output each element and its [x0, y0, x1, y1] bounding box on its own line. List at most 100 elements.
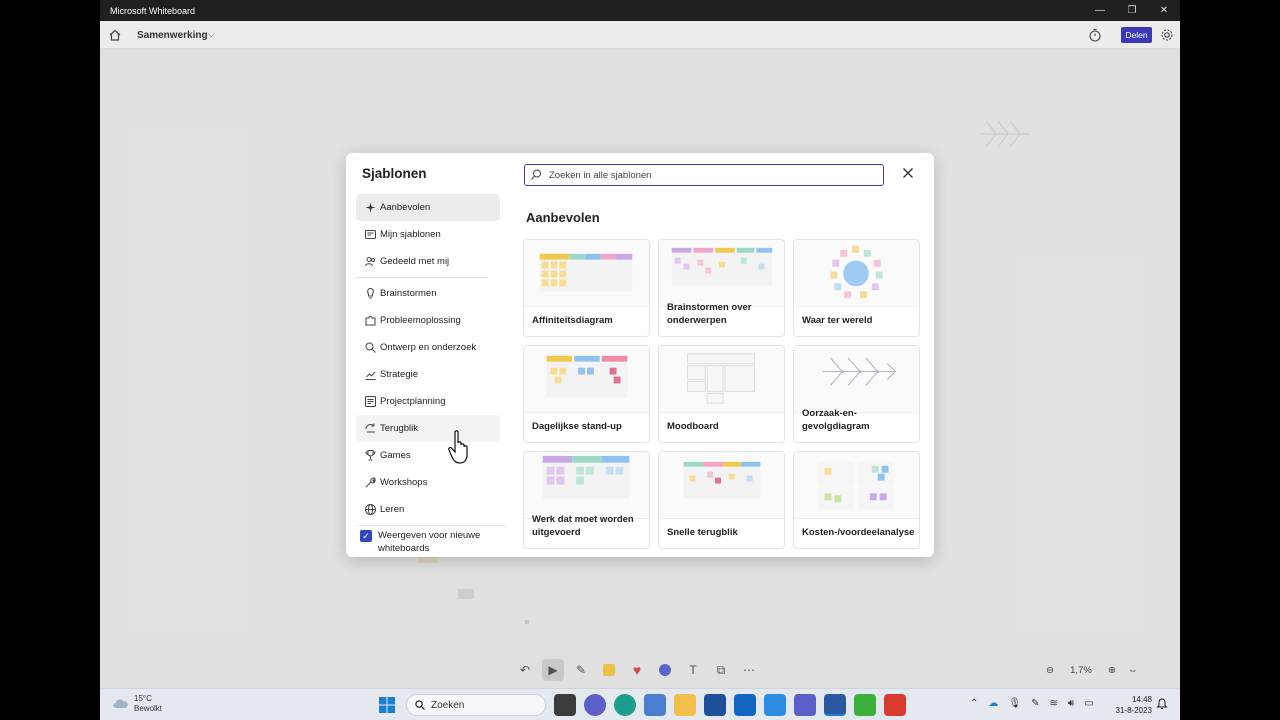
nav-item-aanbevolen[interactable]: Aanbevolen: [356, 194, 500, 221]
search-icon: [415, 700, 425, 710]
template-card-stand-up[interactable]: Dagelijkse stand-up: [523, 345, 650, 443]
window-controls: — ❐ ✕: [1084, 0, 1180, 21]
weather-widget[interactable]: 15°C Bewolkt: [112, 694, 162, 714]
outlook-icon[interactable]: [734, 694, 756, 716]
recorder-icon[interactable]: [884, 694, 906, 716]
restore-button[interactable]: ❐: [1116, 0, 1148, 21]
task-view-icon[interactable]: [554, 694, 576, 716]
board-name[interactable]: Samenwerking: [137, 30, 208, 41]
notification-bell-icon[interactable]: [1156, 698, 1168, 710]
quick-retro-thumbnail: [659, 452, 784, 519]
template-label: Werk dat moet worden uitgevoerd: [532, 514, 634, 538]
template-label: Oorzaak-en-gevolgdiagram: [802, 408, 870, 432]
chevron-up-icon[interactable]: ⌃: [970, 698, 978, 709]
mail-icon[interactable]: [644, 694, 666, 716]
nav-item-label: Aanbevolen: [380, 202, 431, 213]
microphone-icon[interactable]: 🎙︎: [1008, 698, 1021, 709]
template-card-kosten-voordeel[interactable]: Kosten-/voordeelanalyse: [793, 451, 920, 549]
nav-item-label: Strategie: [380, 369, 419, 380]
template-card-brainstormen[interactable]: Brainstormen over onderwerpen: [658, 239, 785, 337]
timer-icon[interactable]: [1088, 28, 1102, 42]
share-button[interactable]: Delen: [1121, 27, 1152, 43]
edge-browser-icon[interactable]: [614, 694, 636, 716]
nav-item-ontwerp[interactable]: Ontwerp en onderzoek: [356, 334, 500, 361]
whiteboard-app-icon[interactable]: [824, 694, 846, 716]
nav-item-label: Brainstormen: [380, 288, 437, 299]
template-search-input[interactable]: Zoeken in alle sjablonen: [524, 164, 884, 186]
template-label: Snelle terugblik: [667, 527, 738, 538]
template-card-moodboard[interactable]: Moodboard: [658, 345, 785, 443]
weather-desc: Bewolkt: [134, 704, 163, 713]
nav-item-label: Terugblik: [380, 423, 419, 434]
nav-item-label: Gedeeld met mij: [380, 256, 450, 267]
nav-footer-divider: [356, 525, 506, 526]
close-window-button[interactable]: ✕: [1148, 0, 1180, 21]
nav-item-label: Projectplanning: [380, 396, 446, 407]
affinity-diagram-thumbnail: [524, 240, 649, 307]
battery-icon[interactable]: ▭: [1084, 698, 1093, 709]
home-icon[interactable]: [108, 28, 122, 42]
nav-item-mijn-sjablonen[interactable]: Mijn sjablonen: [356, 221, 500, 248]
nav-item-label: Ontwerp en onderzoek: [380, 342, 477, 353]
taskbar-apps: Zoeken: [376, 694, 906, 716]
gear-icon[interactable]: [1160, 28, 1174, 42]
title-bar: Microsoft Whiteboard — ❐ ✕: [100, 0, 1180, 21]
close-icon[interactable]: [902, 167, 914, 179]
teams-icon[interactable]: [794, 694, 816, 716]
cloud-icon: [113, 699, 128, 708]
wifi-icon[interactable]: ≋: [1049, 698, 1057, 709]
nav-item-gedeeld[interactable]: Gedeeld met mij: [356, 248, 500, 275]
template-card-oorzaak-gevolg[interactable]: Oorzaak-en-gevolgdiagram: [793, 345, 920, 443]
template-card-werk[interactable]: Werk dat moet worden uitgevoerd: [523, 451, 650, 549]
fishbone-thumbnail: [794, 346, 919, 413]
checkbox-label: Weergeven voor nieuwe whiteboards: [378, 530, 481, 554]
template-nav: Aanbevolen Mijn sjablonen Gedeeld met mi…: [356, 194, 500, 523]
weather-temp: 15°C: [134, 694, 152, 703]
search-label: Zoeken: [431, 699, 465, 711]
nav-item-brainstormen[interactable]: Brainstormen: [356, 280, 500, 307]
store-icon[interactable]: [704, 694, 726, 716]
people-icon: [365, 257, 375, 267]
show-on-new-boards-option[interactable]: ✓ Weergeven voor nieuwe whiteboards: [360, 529, 495, 555]
list-icon: [365, 396, 376, 407]
nav-item-games[interactable]: Games: [356, 442, 500, 469]
nav-item-projectplanning[interactable]: Projectplanning: [356, 388, 500, 415]
taskbar-search[interactable]: Zoeken: [406, 694, 546, 716]
nav-item-probleemoplossing[interactable]: Probleemoplossing: [356, 307, 500, 334]
moodboard-thumbnail: [659, 346, 784, 413]
minimize-button[interactable]: —: [1084, 0, 1116, 21]
checkmark-icon[interactable]: ✓: [360, 530, 372, 542]
template-label: Waar ter wereld: [802, 315, 873, 326]
template-card-snelle-terugblik[interactable]: Snelle terugblik: [658, 451, 785, 549]
clock[interactable]: 14:48 31-8-2023: [1114, 694, 1152, 716]
pen-icon[interactable]: ✎: [1031, 698, 1039, 709]
volume-icon[interactable]: 🔊︎: [1068, 698, 1074, 709]
templates-dialog: Sjablonen Aanbevolen Mijn sjablonen Gede…: [346, 153, 934, 557]
nav-item-leren[interactable]: Leren: [356, 496, 500, 523]
chevron-down-icon[interactable]: ⌵: [208, 29, 215, 40]
chat-icon[interactable]: [584, 694, 606, 716]
work-to-do-thumbnail: [524, 452, 649, 519]
taskbar: 15°C Bewolkt Zoeken ⌃ ☁ 🎙︎ ✎ ≋ 🔊︎ ▭ 14:4…: [100, 688, 1180, 720]
onedrive-icon[interactable]: ☁: [988, 698, 998, 709]
nav-item-label: Leren: [380, 504, 405, 515]
retrospective-icon: [365, 423, 375, 433]
nav-item-strategie[interactable]: Strategie: [356, 361, 500, 388]
template-label: Dagelijkse stand-up: [532, 421, 622, 432]
search-icon: [365, 342, 376, 353]
world-map-thumbnail: [794, 240, 919, 307]
brainstorm-topics-thumbnail: [659, 240, 784, 307]
daily-standup-thumbnail: [524, 346, 649, 413]
windows-start-icon[interactable]: [376, 694, 398, 716]
nav-item-terugblik[interactable]: Terugblik: [356, 415, 500, 442]
template-card-affiniteitsdiagram[interactable]: Affiniteitsdiagram: [523, 239, 650, 337]
template-label: Affiniteitsdiagram: [532, 315, 613, 326]
camtasia-icon[interactable]: [854, 694, 876, 716]
template-card-waar-ter-wereld[interactable]: Waar ter wereld: [793, 239, 920, 337]
chart-icon: [365, 371, 376, 380]
file-explorer-icon[interactable]: [674, 694, 696, 716]
search-icon: [531, 169, 541, 180]
sparkle-icon: [365, 202, 376, 213]
nav-item-workshops[interactable]: Workshops: [356, 469, 500, 496]
todo-icon[interactable]: [764, 694, 786, 716]
